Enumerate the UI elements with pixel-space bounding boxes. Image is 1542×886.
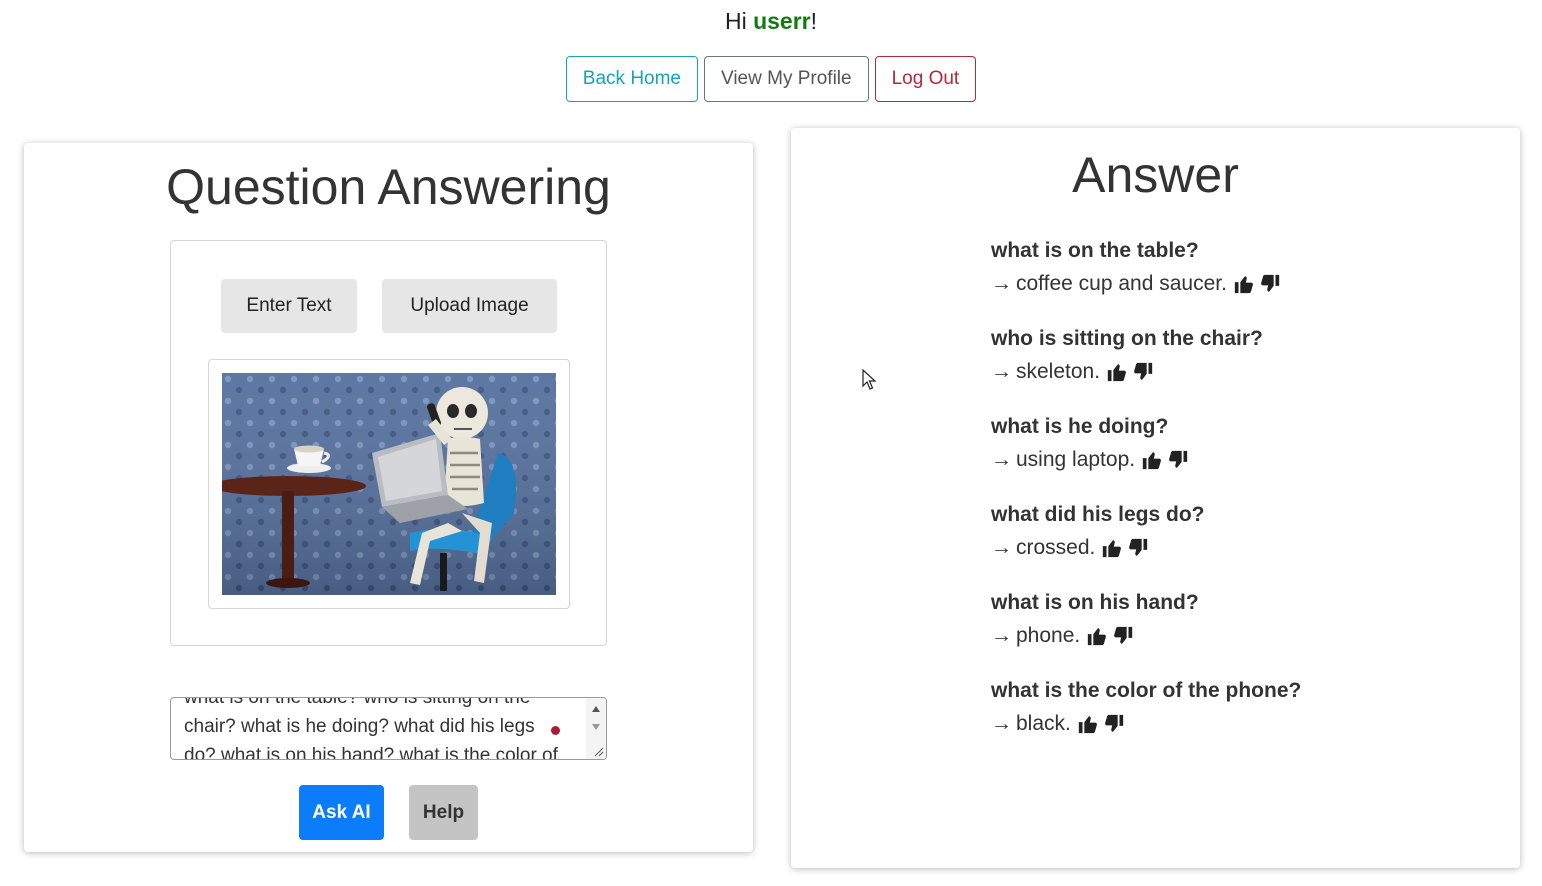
help-button[interactable]: Help [409,785,478,840]
list-item: who is sitting on the chair? → skeleton. [991,324,1491,390]
greeting-suffix: ! [810,8,818,34]
uploaded-image-frame [208,359,570,609]
view-profile-button[interactable]: View My Profile [704,56,869,102]
list-item: what is on the table? → coffee cup and s… [991,236,1491,302]
upload-image-button[interactable]: Upload Image [382,279,557,333]
arrow-icon: → [991,624,1012,647]
thumbs-up-icon[interactable] [1101,537,1123,559]
log-out-button[interactable]: Log Out [874,56,977,102]
thumbs-up-icon[interactable] [1077,713,1099,735]
scroll-down-arrow-icon[interactable] [592,724,600,730]
greeting-prefix: Hi [724,8,754,34]
answer-text: black. [1016,712,1071,735]
top-nav: Back Home View My Profile Log Out [0,56,1542,102]
answer-response: → skeleton. [991,354,1491,390]
resize-grip-icon[interactable] [592,745,604,757]
question-answering-title: Question Answering [166,159,611,215]
thumbs-up-icon[interactable] [1106,361,1128,383]
username: userr [753,8,811,34]
answer-text: skeleton. [1016,360,1101,383]
thumbs-down-icon[interactable] [1167,449,1189,471]
thumbs-down-icon[interactable] [1103,713,1125,735]
answer-card: Answer what is on the table? → coffee cu… [791,128,1520,868]
answer-text: coffee cup and saucer. [1016,272,1227,295]
answer-text: phone. [1016,624,1081,647]
thumbs-down-icon[interactable] [1259,273,1281,295]
answer-text: crossed. [1016,536,1096,559]
arrow-icon: → [991,712,1012,735]
thumbs-down-icon[interactable] [1127,537,1149,559]
ask-ai-button[interactable]: Ask AI [299,785,384,840]
list-item: what did his legs do? → crossed. [991,500,1491,566]
question-text: what is on the table? who is sitting on … [184,697,558,760]
answer-question: what is on his hand? [991,591,1199,614]
enter-text-button[interactable]: Enter Text [221,279,357,333]
answer-text: using laptop. [1016,448,1136,471]
answer-question: who is sitting on the chair? [991,327,1263,350]
arrow-icon: → [991,448,1012,471]
thumbs-up-icon[interactable] [1233,273,1255,295]
answer-title: Answer [1072,147,1239,203]
arrow-icon: → [991,360,1012,383]
answer-response: → coffee cup and saucer. [991,266,1491,302]
list-item: what is he doing? → using laptop. [991,412,1491,478]
answer-question: what did his legs do? [991,503,1205,526]
answer-question: what is the color of the phone? [991,679,1302,702]
answer-response: → crossed. [991,530,1491,566]
greeting: Hi userr! [0,8,1542,35]
scroll-up-arrow-icon[interactable] [592,706,600,712]
question-answering-card: Question Answering Enter Text Upload Ima… [24,143,753,852]
thumbs-down-icon[interactable] [1112,625,1134,647]
input-mode-box: Enter Text Upload Image [170,240,607,646]
answer-question: what is on the table? [991,239,1199,262]
list-item: what is the color of the phone? → black. [991,676,1491,742]
answer-response: → phone. [991,618,1491,654]
list-item: what is on his hand? → phone. [991,588,1491,654]
back-home-button[interactable]: Back Home [565,56,698,102]
thumbs-up-icon[interactable] [1141,449,1163,471]
arrow-icon: → [991,272,1012,295]
answer-question: what is he doing? [991,415,1169,438]
arrow-icon: → [991,536,1012,559]
record-indicator [551,726,560,735]
answer-response: → using laptop. [991,442,1491,478]
answer-response: → black. [991,706,1491,742]
thumbs-down-icon[interactable] [1132,361,1154,383]
mouse-cursor-icon [862,369,876,390]
uploaded-image [222,373,556,595]
question-textarea[interactable]: what is on the table? who is sitting on … [170,697,607,760]
thumbs-up-icon[interactable] [1086,625,1108,647]
answer-list: what is on the table? → coffee cup and s… [991,236,1491,764]
